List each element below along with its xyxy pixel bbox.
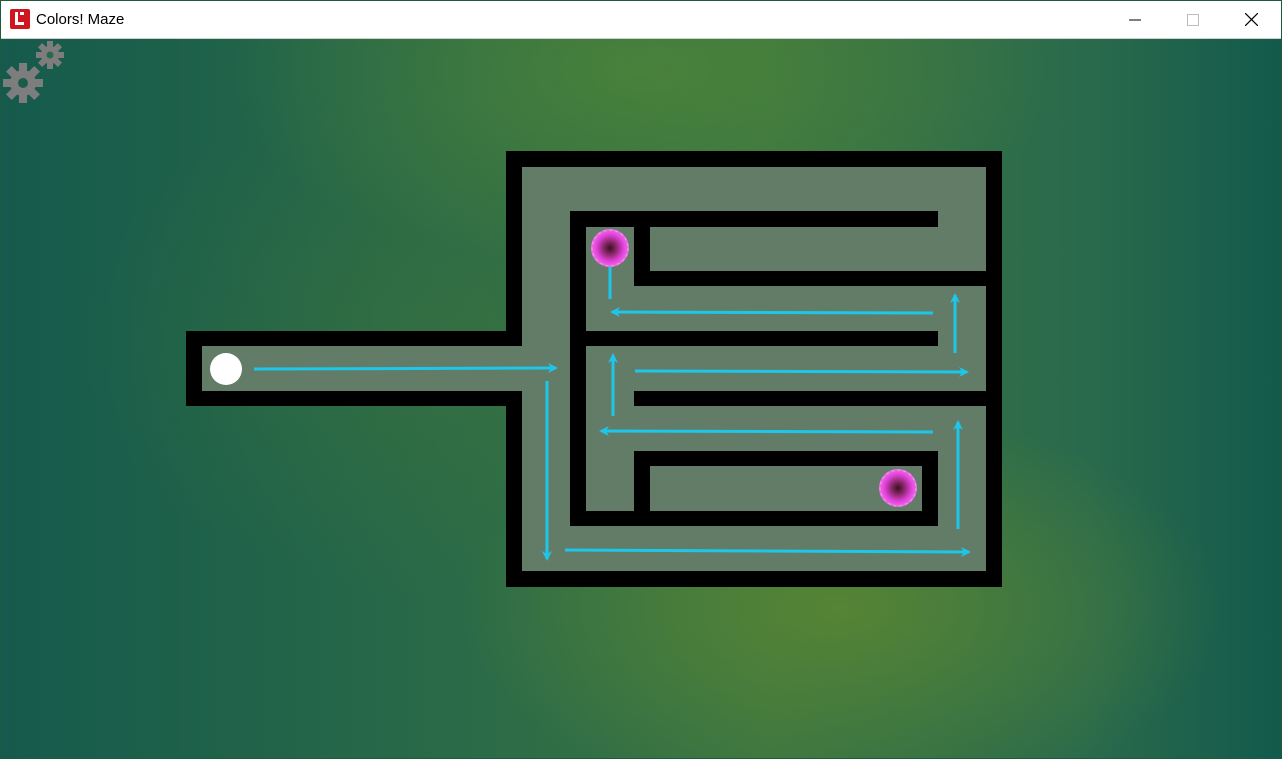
pink-portal-goal (879, 469, 917, 507)
arrow-left (599, 426, 934, 437)
maze-wall (506, 571, 1002, 587)
maximize-button[interactable] (1164, 1, 1222, 38)
app-window: Colors! Maze (0, 0, 1282, 759)
close-button[interactable] (1222, 1, 1280, 38)
title-bar[interactable]: Colors! Maze (1, 1, 1281, 39)
close-icon (1244, 13, 1258, 26)
maze-wall (506, 151, 522, 346)
maze-wall (570, 511, 938, 526)
maze-wall (586, 331, 938, 346)
maximize-icon (1187, 13, 1199, 26)
maze-wall (186, 331, 522, 346)
minimize-button[interactable] (1106, 1, 1164, 38)
minimize-icon (1129, 19, 1141, 20)
arrow-right (253, 363, 558, 374)
pink-portal-goal (591, 229, 629, 267)
maze-wall (186, 331, 202, 406)
maze-wall (986, 151, 1002, 587)
maze-wall (570, 211, 586, 526)
maze-wall (634, 271, 986, 286)
player-ball[interactable] (210, 353, 242, 385)
window-title: Colors! Maze (36, 11, 125, 28)
maze-wall (634, 451, 938, 466)
maze-wall (570, 211, 938, 227)
maze-wall (506, 151, 1002, 167)
maze-board (186, 151, 1002, 587)
arrow-right (634, 366, 969, 377)
maze-wall (506, 391, 522, 587)
arrow-left (610, 307, 934, 318)
maze-wall (186, 391, 522, 406)
game-area (1, 39, 1281, 758)
arrow-right (564, 546, 971, 557)
maze-wall (634, 391, 986, 406)
app-icon (10, 9, 30, 29)
